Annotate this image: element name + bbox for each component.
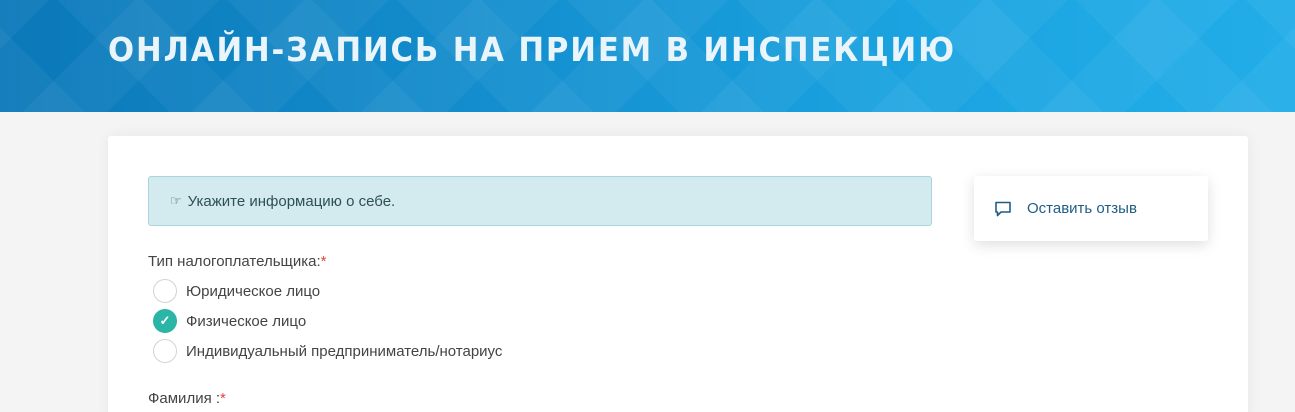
page-title: ОНЛАЙН-ЗАПИСЬ НА ПРИЕМ В ИНСПЕКЦИЮ bbox=[108, 30, 956, 69]
leave-feedback-label: Оставить отзыв bbox=[1027, 200, 1137, 217]
radio-button[interactable] bbox=[153, 279, 177, 303]
page-header-banner: ОНЛАЙН-ЗАПИСЬ НА ПРИЕМ В ИНСПЕКЦИЮ bbox=[0, 0, 1295, 112]
radio-option-label: Индивидуальный предприниматель/нотариус bbox=[186, 342, 503, 360]
radio-button[interactable] bbox=[153, 339, 177, 363]
required-mark: * bbox=[220, 390, 226, 407]
radio-option-legal-entity[interactable]: Юридическое лицо bbox=[153, 279, 320, 303]
form-card: ☞ Укажите информацию о себе. Тип налогоп… bbox=[108, 136, 1248, 412]
taxpayer-type-label-text: Тип налогоплательщика: bbox=[148, 253, 321, 270]
required-mark: * bbox=[320, 253, 327, 270]
surname-label-text: Фамилия : bbox=[148, 390, 221, 407]
radio-button-checked[interactable]: ✓ bbox=[153, 309, 177, 333]
radio-option-label: Физическое лицо bbox=[186, 312, 307, 330]
radio-option-label: Юридическое лицо bbox=[186, 282, 321, 300]
leave-feedback-button[interactable]: Оставить отзыв bbox=[974, 176, 1208, 241]
hand-pointing-icon: ☞ bbox=[170, 193, 182, 208]
speech-bubble-icon bbox=[995, 201, 1011, 216]
checkmark-icon: ✓ bbox=[159, 313, 171, 328]
notice-text: Укажите информацию о себе. bbox=[187, 192, 396, 210]
radio-option-entrepreneur-notary[interactable]: Индивидуальный предприниматель/нотариус bbox=[153, 339, 502, 363]
radio-option-individual[interactable]: ✓ Физическое лицо bbox=[153, 309, 306, 333]
info-notice: ☞ Укажите информацию о себе. bbox=[148, 176, 932, 226]
taxpayer-type-label: Тип налогоплательщика:* bbox=[148, 253, 327, 270]
surname-label: Фамилия :* bbox=[148, 390, 226, 407]
